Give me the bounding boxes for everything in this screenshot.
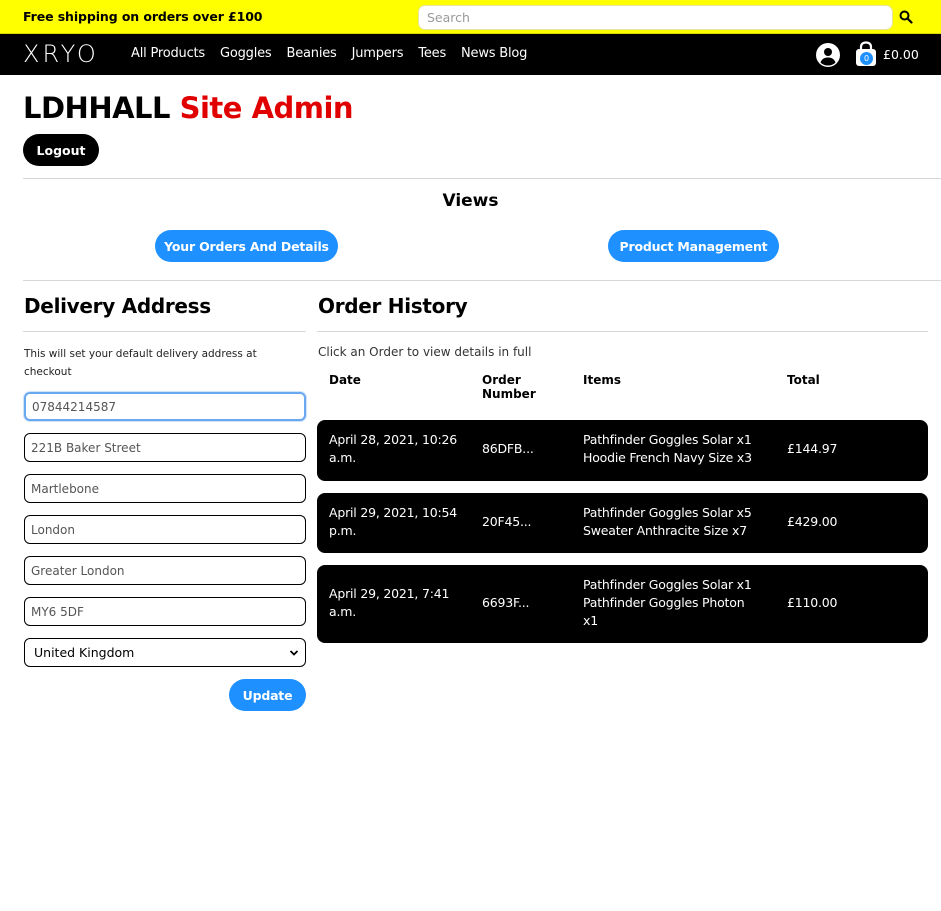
order-row[interactable]: April 29, 2021, 10:54 p.m. 20F45... Path… xyxy=(317,493,928,553)
nav-link-beanies[interactable]: Beanies xyxy=(287,46,337,62)
search-box[interactable] xyxy=(418,5,893,30)
nav-link-news-blog[interactable]: News Blog xyxy=(461,46,527,62)
order-history-note: Click an Order to view details in full xyxy=(318,345,532,359)
nav-link-tees[interactable]: Tees xyxy=(418,46,446,62)
admin-role: Site Admin xyxy=(179,91,354,125)
promo-bar: Free shipping on orders over £100 xyxy=(0,0,941,34)
order-item: Sweater Anthracite Size x7 xyxy=(583,523,748,538)
delivery-address-heading: Delivery Address xyxy=(24,294,211,318)
country-select[interactable]: United Kingdom xyxy=(24,638,306,667)
order-row[interactable]: April 28, 2021, 10:26 a.m. 86DFB... Path… xyxy=(317,420,928,481)
page-title: LDHHALL Site Admin xyxy=(23,90,354,126)
address-line-2-field[interactable] xyxy=(24,474,306,503)
column-header-order-number: Order Number xyxy=(482,373,536,401)
order-item: Pathfinder Goggles Solar x1 xyxy=(583,432,752,447)
phone-field[interactable] xyxy=(24,392,306,421)
order-total: £429.00 xyxy=(787,514,838,529)
order-date: April 29, 2021, 10:54 p.m. xyxy=(329,505,457,538)
street-address-field[interactable] xyxy=(24,433,306,462)
order-item: Pathfinder Goggles Solar x1 xyxy=(583,577,752,592)
nav-link-all-products[interactable]: All Products xyxy=(131,46,205,62)
chevron-down-icon xyxy=(289,650,299,656)
divider xyxy=(317,331,928,332)
logout-button[interactable]: Logout xyxy=(23,134,99,166)
free-shipping-text: Free shipping on orders over £100 xyxy=(23,9,263,24)
column-header-items: Items xyxy=(583,373,621,387)
order-row[interactable]: April 29, 2021, 7:41 a.m. 6693F... Pathf… xyxy=(317,565,928,643)
nav-link-jumpers[interactable]: Jumpers xyxy=(352,46,404,62)
order-item: Hoodie French Navy Size x3 xyxy=(583,450,752,465)
order-total: £144.97 xyxy=(787,441,838,456)
site-logo[interactable]: XRYO xyxy=(23,42,99,66)
orders-and-details-button[interactable]: Your Orders And Details xyxy=(155,230,338,262)
order-total: £110.00 xyxy=(787,595,838,610)
postcode-field[interactable] xyxy=(24,597,306,626)
divider xyxy=(23,331,306,332)
order-number: 20F45... xyxy=(482,514,532,529)
county-field[interactable] xyxy=(24,556,306,585)
town-city-field[interactable] xyxy=(24,515,306,544)
order-item: Pathfinder Goggles Solar x5 xyxy=(583,505,752,520)
nav-link-goggles[interactable]: Goggles xyxy=(220,46,272,62)
order-item: Pathfinder Goggles Photon x1 xyxy=(583,595,745,628)
order-items: Pathfinder Goggles Solar x1 Hoodie Frenc… xyxy=(583,431,773,467)
product-management-button[interactable]: Product Management xyxy=(608,230,779,262)
order-number: 6693F... xyxy=(482,595,530,610)
nav-links: All Products Goggles Beanies Jumpers Tee… xyxy=(131,46,527,62)
account-icon[interactable] xyxy=(816,43,840,67)
views-heading: Views xyxy=(442,191,499,211)
search-input[interactable] xyxy=(419,6,892,29)
order-date: April 28, 2021, 10:26 a.m. xyxy=(329,432,457,465)
order-items: Pathfinder Goggles Solar x1 Pathfinder G… xyxy=(583,576,761,630)
delivery-note: This will set your default delivery addr… xyxy=(24,348,257,378)
cart-total[interactable]: £0.00 xyxy=(883,47,919,62)
main-nav: XRYO All Products Goggles Beanies Jumper… xyxy=(0,34,941,75)
country-select-value: United Kingdom xyxy=(34,645,135,660)
column-header-date: Date xyxy=(329,373,361,387)
column-header-total: Total xyxy=(787,373,820,387)
divider xyxy=(23,280,941,281)
order-number: 86DFB... xyxy=(482,441,534,456)
divider xyxy=(23,178,941,179)
order-date: April 29, 2021, 7:41 a.m. xyxy=(329,586,450,619)
admin-username: LDHHALL xyxy=(23,91,171,125)
order-history-heading: Order History xyxy=(318,294,468,318)
search-icon[interactable] xyxy=(899,10,913,24)
order-items: Pathfinder Goggles Solar x5 Sweater Anth… xyxy=(583,504,773,540)
cart-count-badge: 0 xyxy=(860,52,873,65)
update-address-button[interactable]: Update xyxy=(229,679,306,711)
